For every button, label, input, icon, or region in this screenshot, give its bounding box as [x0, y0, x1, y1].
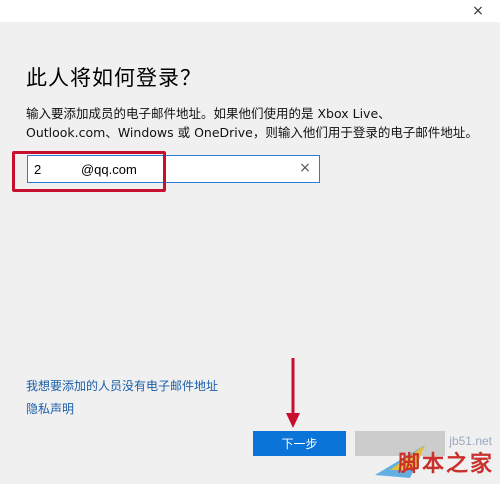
next-button[interactable]: 下一步 [253, 431, 346, 456]
page-title: 此人将如何登录？ [26, 66, 202, 90]
watermark-name: 脚本之家 [397, 452, 494, 477]
annotation-arrow [286, 358, 300, 428]
no-email-link[interactable]: 我想要添加的人员没有电子邮件地址 [26, 377, 218, 394]
close-button[interactable]: × [464, 0, 492, 22]
clear-icon[interactable]: × [297, 160, 313, 176]
title-bar: × [0, 0, 500, 22]
watermark: jb51.net 脚本之家 [375, 424, 500, 484]
instruction-text: 输入要添加成员的电子邮件地址。如果他们使用的是 Xbox Live、Outloo… [26, 106, 478, 140]
annotation-highlight-box [12, 151, 166, 192]
privacy-link[interactable]: 隐私声明 [26, 400, 74, 417]
close-icon: × [472, 3, 484, 19]
